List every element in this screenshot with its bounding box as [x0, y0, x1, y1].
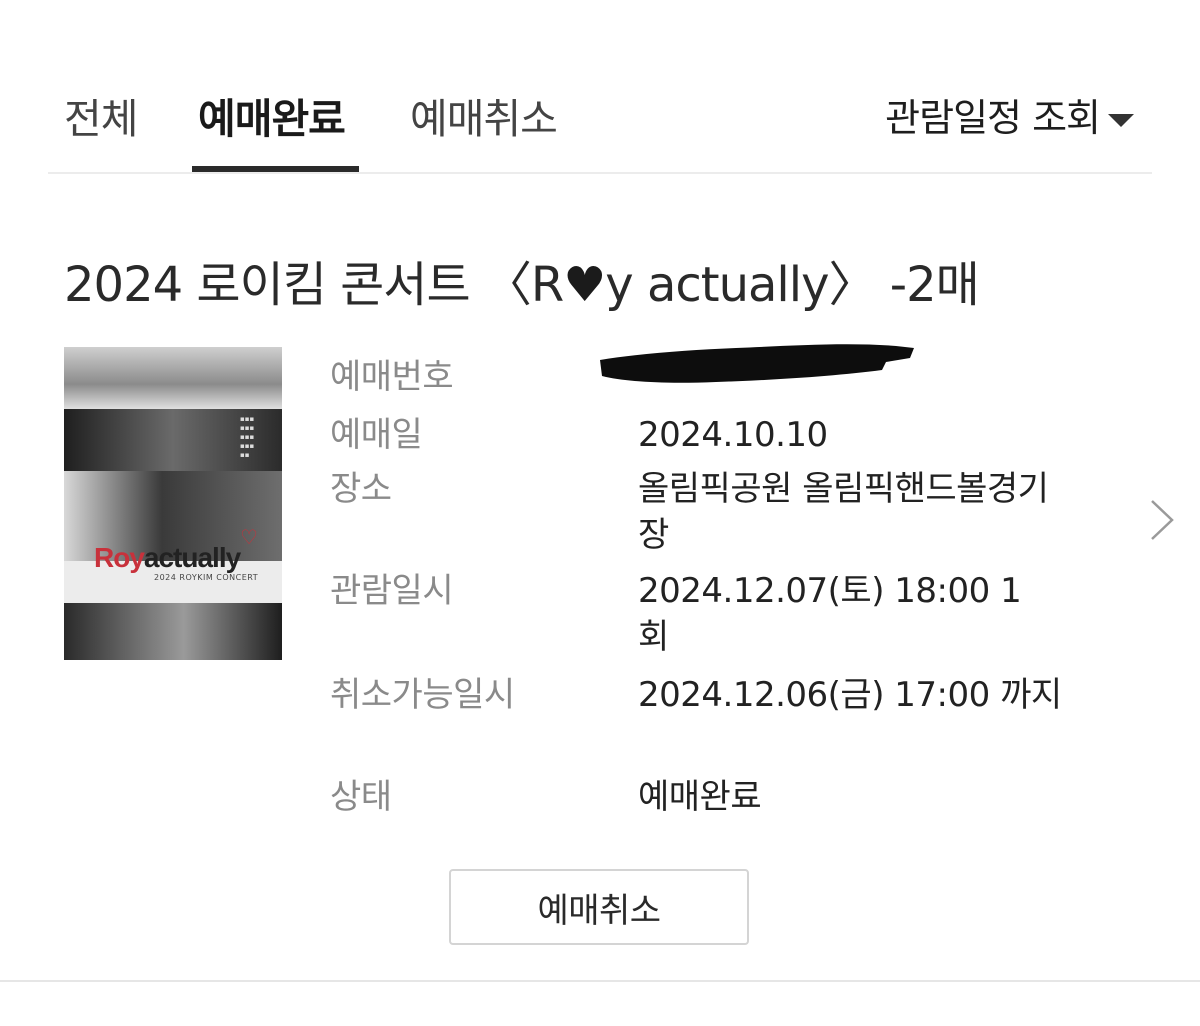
caret-down-icon [1108, 113, 1134, 127]
booking-title: 2024 로이킴 콘서트 〈R♥y actually〉 -2매 [64, 252, 980, 318]
detail-value: 올림픽공원 올림픽핸드볼경기장 [638, 469, 1049, 555]
poster-logo-roy: Roy [94, 542, 145, 573]
detail-label: 상태 [330, 777, 392, 817]
detail-value: 예매완료 [638, 777, 762, 817]
heart-icon: ♥ [563, 257, 606, 313]
schedule-filter-label: 관람일정 조회 [885, 96, 1101, 140]
detail-value: 2024.10.10 [638, 415, 828, 455]
poster-poem-text: ▪▪▪ ▪▪▪ ▪▪▪ ▪▪▪ ▪▪ [240, 415, 255, 459]
detail-label: 관람일시 [330, 571, 454, 611]
cancel-booking-button[interactable]: 예매취소 [449, 869, 749, 945]
tab-divider [48, 172, 1152, 174]
tab-booking-cancelled[interactable]: 예매취소 [410, 92, 558, 146]
chevron-right-icon[interactable] [1148, 498, 1176, 542]
poster-logo-actually: actually [143, 542, 241, 573]
detail-label: 예매번호 [330, 357, 454, 397]
detail-label: 취소가능일시 [330, 675, 515, 715]
schedule-filter-dropdown[interactable]: 관람일정 조회 [885, 92, 1134, 144]
poster-heart-icon: ♡ [240, 525, 258, 549]
tab-all[interactable]: 전체 [64, 92, 138, 146]
redacted-booking-number [600, 344, 914, 383]
concert-poster[interactable]: ▪▪▪ ▪▪▪ ▪▪▪ ▪▪▪ ▪▪ ♡ Royactually 2024 ROYKIM… [64, 347, 282, 660]
title-suffix: y actually〉 -2매 [605, 257, 979, 313]
title-prefix: 2024 로이킴 콘서트 〈R [64, 257, 564, 313]
poster-logo: Royactually [94, 542, 241, 573]
detail-label: 장소 [330, 469, 392, 509]
tab-booking-complete[interactable]: 예매완료 [198, 92, 346, 146]
detail-value: 2024.12.06(금) 17:00 까지 [638, 675, 1062, 715]
detail-value: 2024.12.07(토) 18:00 1회 [638, 571, 1022, 657]
poster-subtitle: 2024 ROYKIM CONCERT [154, 573, 259, 582]
bottom-divider [0, 980, 1200, 982]
detail-label: 예매일 [330, 415, 423, 455]
